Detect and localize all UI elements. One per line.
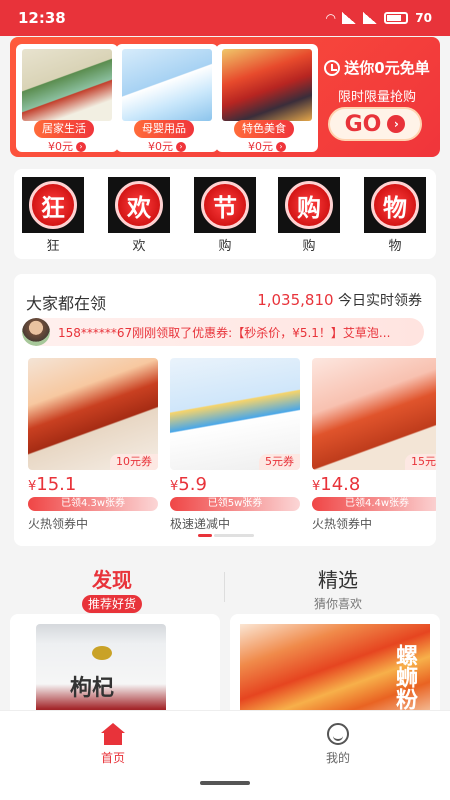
product-thumbnail <box>122 49 212 121</box>
product-image: 5元券 <box>170 358 300 470</box>
gesture-home-bar[interactable] <box>200 781 250 785</box>
product-price: ¥5.9 <box>170 474 207 495</box>
tab-discover-title: 发现 <box>92 568 132 592</box>
chevron-right-icon: › <box>176 142 186 152</box>
promo-text: 送你0元免单 限时限量抢购 <box>318 57 436 105</box>
banner-card-specialty-food[interactable]: 特色美食 ¥0元 › <box>216 44 318 152</box>
product-card[interactable]: 15元 ¥14.8 已领4.4w张券 火热领券中 <box>312 358 436 532</box>
coupon-badge: 10元券 <box>110 454 158 470</box>
profile-icon <box>327 723 349 745</box>
battery-icon <box>384 12 409 24</box>
product-thumbnail <box>222 49 312 121</box>
status-bar: 12:38 ◠ 70 <box>0 0 450 36</box>
free-order-banner[interactable]: 居家生活 ¥0元 › 母婴用品 ¥0元 › 特色美食 ¥0元 › 送你0元免单 限时限… <box>10 37 440 157</box>
tab-divider <box>224 572 225 602</box>
festival-item-label: 欢 <box>132 239 146 254</box>
status-icons: ◠ 70 <box>326 11 432 25</box>
indicator-track <box>214 534 254 537</box>
claim-counter: 1,035,810 今日实时领券 <box>257 291 422 309</box>
coupon-badge: 15元 <box>405 454 436 470</box>
alarm-clock-icon <box>324 59 341 76</box>
festival-item[interactable]: 狂 狂 <box>22 177 84 254</box>
chevron-right-icon: › <box>76 142 86 152</box>
banner-card-price: ¥0元 › <box>16 138 118 152</box>
banner-card-home-living[interactable]: 居家生活 ¥0元 › <box>16 44 118 152</box>
product-card[interactable]: 10元券 ¥15.1 已领4.3w张券 火热领券中 <box>28 358 158 532</box>
signal-icon <box>363 12 378 24</box>
banner-card-mother-baby[interactable]: 母婴用品 ¥0元 › <box>116 44 218 152</box>
chevron-right-icon: › <box>387 115 406 133</box>
festival-item[interactable]: 节 购 <box>194 177 256 254</box>
festival-category-row: 狂 狂 欢 欢 节 购 购 购 物 物 <box>14 169 436 259</box>
tab-picks-title: 精选 <box>318 568 358 592</box>
nav-home-label: 首页 <box>100 751 125 765</box>
bottom-nav: 首页 我的 <box>0 710 450 800</box>
tab-picks-subtitle: 猜你喜欢 <box>313 597 362 611</box>
claimed-progress: 已领4.3w张券 <box>28 497 158 511</box>
festival-badge-icon: 狂 <box>22 177 84 233</box>
indicator-active <box>198 534 212 537</box>
product-image: 15元 <box>312 358 436 470</box>
festival-item-label: 购 <box>218 239 232 254</box>
banner-card-price: ¥0元 › <box>216 138 318 152</box>
festival-item-label: 物 <box>388 239 402 254</box>
banner-card-tag: 居家生活 <box>34 120 94 138</box>
feed-card[interactable]: 枸杞 <box>10 614 220 724</box>
product-image: 枸杞 <box>36 624 166 724</box>
status-time: 12:38 <box>18 9 66 27</box>
festival-badge-icon: 购 <box>278 177 340 233</box>
tab-discover-subtitle: 推荐好货 <box>81 595 142 613</box>
promo-subtitle: 限时限量抢购 <box>337 90 416 105</box>
go-button[interactable]: GO › <box>328 107 422 141</box>
banner-card-tag: 母婴用品 <box>134 120 194 138</box>
product-package-label: 枸杞 <box>70 676 115 701</box>
chevron-right-icon: › <box>276 142 286 152</box>
go-button-label: GO <box>344 111 382 137</box>
ticker-message: 158******67刚刚领取了优惠券:【秒杀价，¥5.1！】艾草泡... <box>58 325 391 340</box>
promo-title: 送你0元免单 <box>344 59 430 77</box>
section-title: 大家都在领 <box>26 294 107 313</box>
tab-picks[interactable]: 精选 猜你喜欢 <box>296 564 380 612</box>
feed-card[interactable]: 螺蛳粉 <box>230 614 440 724</box>
avatar <box>22 318 50 346</box>
product-thumbnail <box>22 49 112 121</box>
nav-me-label: 我的 <box>325 751 350 765</box>
banner-card-price: ¥0元 › <box>116 138 218 152</box>
tab-discover[interactable]: 发现 推荐好货 <box>70 564 154 613</box>
festival-item[interactable]: 购 购 <box>278 177 340 254</box>
home-icon <box>101 723 125 745</box>
product-image: 10元券 <box>28 358 158 470</box>
claimed-progress: 已领5w张券 <box>170 497 300 511</box>
festival-badge-icon: 欢 <box>108 177 170 233</box>
product-status: 火热领券中 <box>312 517 373 531</box>
festival-item-label: 购 <box>302 239 316 254</box>
festival-badge-icon: 物 <box>364 177 426 233</box>
product-image: 螺蛳粉 <box>240 624 430 724</box>
festival-item[interactable]: 物 物 <box>364 177 426 254</box>
coupon-section: 大家都在领 1,035,810 今日实时领券 158******67刚刚领取了优… <box>14 274 436 546</box>
festival-badge-icon: 节 <box>194 177 256 233</box>
product-card[interactable]: 5元券 ¥5.9 已领5w张券 极速递减中 <box>170 358 300 532</box>
product-package-label: 螺蛳粉 <box>392 644 417 710</box>
banner-card-tag: 特色美食 <box>234 120 294 138</box>
nav-me[interactable]: 我的 <box>298 723 378 766</box>
brand-logo <box>92 646 112 660</box>
feed-tabs: 发现 推荐好货 精选 猜你喜欢 <box>0 560 450 613</box>
festival-item-label: 狂 <box>46 239 60 254</box>
carousel-indicator <box>198 534 254 537</box>
battery-level: 70 <box>415 11 432 25</box>
signal-icon <box>342 12 357 24</box>
festival-item[interactable]: 欢 欢 <box>108 177 170 254</box>
nav-home[interactable]: 首页 <box>73 723 153 766</box>
claim-ticker: 158******67刚刚领取了优惠券:【秒杀价，¥5.1！】艾草泡... <box>22 318 424 346</box>
coupon-badge: 5元券 <box>259 454 300 470</box>
claimed-progress: 已领4.4w张券 <box>312 497 436 511</box>
product-price: ¥14.8 <box>312 474 361 495</box>
wifi-icon: ◠ <box>326 11 336 25</box>
product-price: ¥15.1 <box>28 474 77 495</box>
product-status: 极速递减中 <box>170 517 231 531</box>
product-status: 火热领券中 <box>28 517 89 531</box>
